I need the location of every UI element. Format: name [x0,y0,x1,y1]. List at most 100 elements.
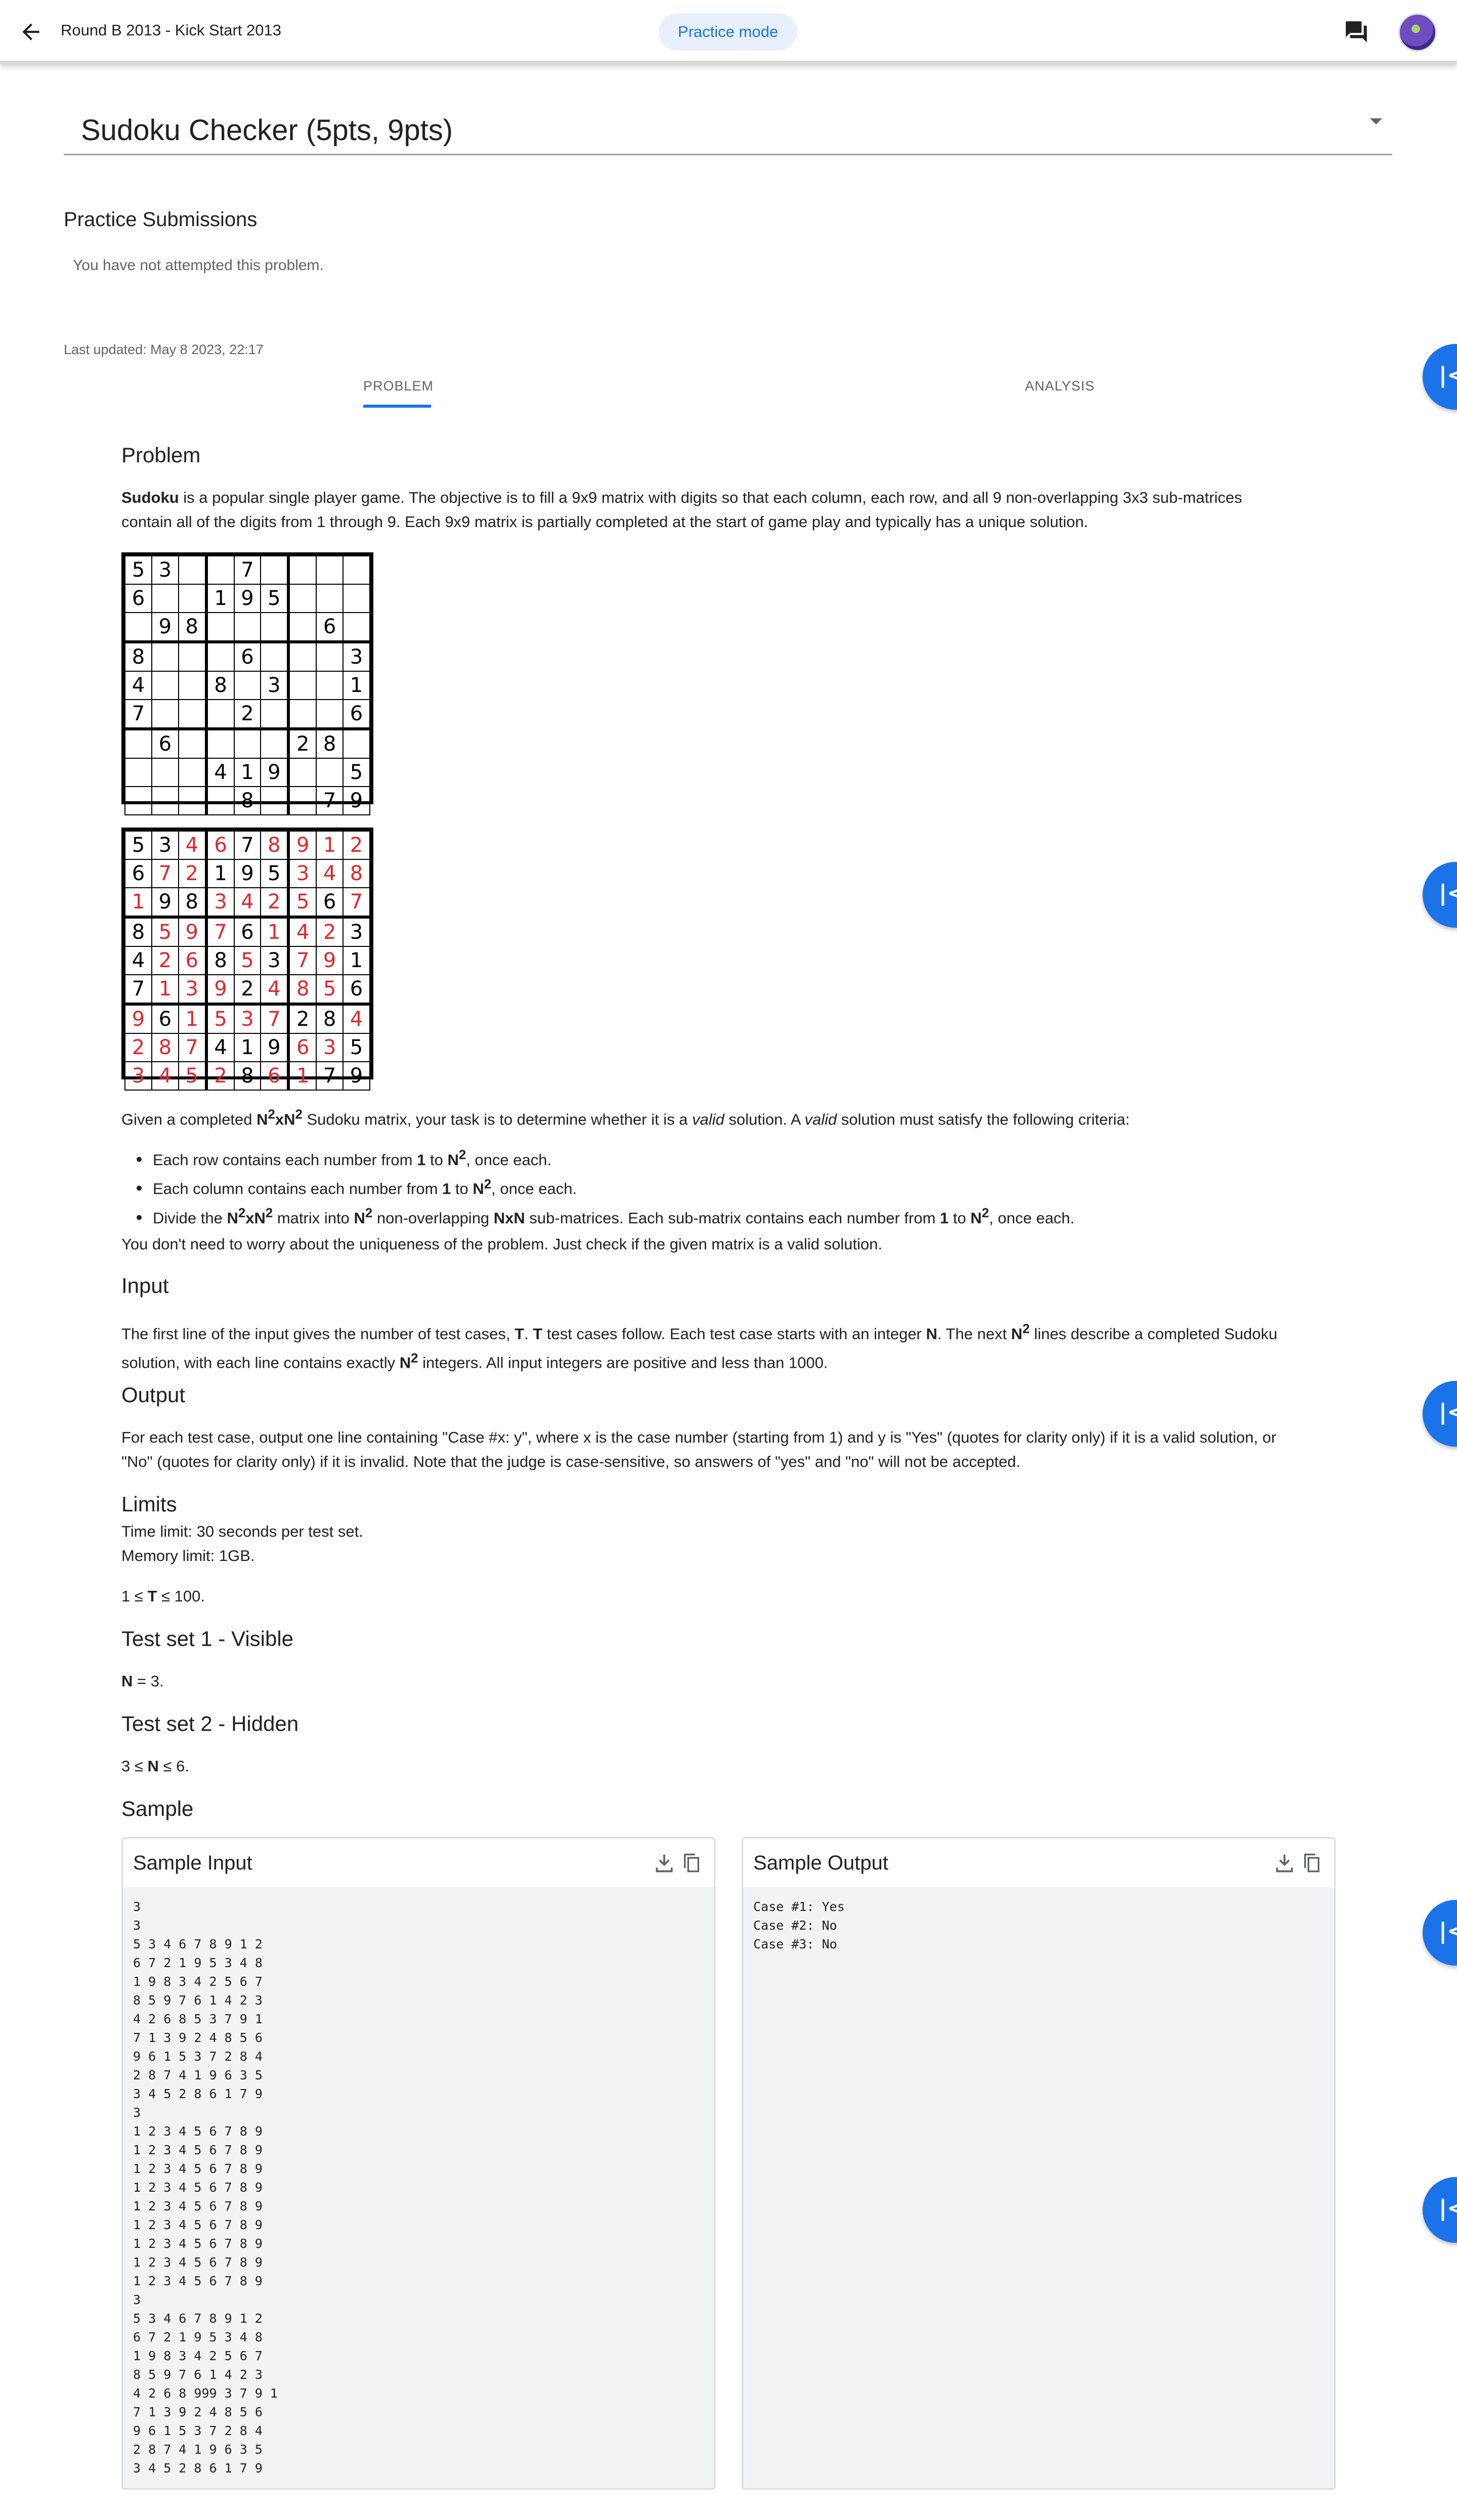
sudoku-cell: 6 [316,612,344,643]
list-item: Each row contains each number from 1 to … [137,1143,1075,1172]
test-set-2-constraint: 3 ≤ N ≤ 6. [121,1757,189,1775]
chat-icon[interactable] [1344,19,1369,45]
sudoku-cell: 7 [151,859,179,888]
sudoku-cell: 1 [205,859,235,888]
sudoku-cell: 9 [288,831,317,860]
sudoku-cell [178,584,208,613]
sudoku-cell: 1 [288,1061,317,1091]
active-tab-indicator [363,405,431,408]
sudoku-cell [151,786,179,815]
sudoku-cell [205,612,235,643]
sudoku-cell: 2 [205,1061,235,1091]
sudoku-cell [288,612,317,643]
output-paragraph: For each test case, output one line cont… [121,1428,1276,1470]
sudoku-cell: 2 [151,946,179,975]
sudoku-cell: 5 [124,831,152,860]
sudoku-cell [288,641,317,672]
sudoku-cell: 9 [205,974,235,1006]
back-arrow-icon[interactable] [18,19,44,45]
practice-mode-chip[interactable]: Practice mode [659,13,797,51]
tab-problem[interactable]: PROBLEM [363,378,433,394]
sudoku-cell: 5 [342,758,370,787]
sudoku-cell: 9 [342,786,370,815]
sudoku-cell: 7 [233,555,262,585]
sudoku-cell: 7 [205,917,235,947]
sudoku-cell [233,671,262,700]
practice-submissions-heading: Practice Submissions [64,208,258,231]
sudoku-cell: 5 [233,946,262,975]
sample-input-header: Sample Input [123,1839,714,1889]
sudoku-cell: 9 [260,1033,290,1062]
avatar[interactable] [1398,13,1437,52]
limits-paragraph: Time limit: 30 seconds per test set. Mem… [121,1523,363,1565]
sudoku-cell: 8 [178,612,208,643]
download-icon[interactable] [1273,1852,1296,1874]
sudoku-cell: 9 [260,758,290,787]
sudoku-cell [151,699,179,730]
sudoku-cell: 8 [205,946,235,975]
dropdown-icon[interactable] [1370,118,1382,124]
sudoku-cell: 1 [316,831,344,860]
output-heading: Output [121,1383,186,1407]
collapse-panel-icon: |< [1439,1918,1457,1944]
sample-heading: Sample [121,1797,194,1820]
sudoku-cell: 6 [178,946,208,975]
sudoku-cell: 8 [205,671,235,700]
sudoku-cell [178,641,208,672]
problem-select[interactable]: Sudoku Checker (5pts, 9pts) [64,96,1392,155]
copy-icon[interactable] [681,1852,702,1874]
sudoku-cell: 3 [151,555,179,585]
sample-output-body: Case #1: Yes Case #2: No Case #3: No [743,1887,1334,2488]
breadcrumb[interactable]: Round B 2013 - Kick Start 2013 [61,21,281,39]
sudoku-cell [151,671,179,700]
collapse-panel-button[interactable]: |< [1423,1381,1457,1447]
sudoku-cell: 9 [151,887,179,919]
sudoku-cell: 5 [288,887,317,919]
sample-input-title: Sample Input [133,1852,252,1874]
sudoku-cell: 6 [124,859,152,888]
sudoku-cell [288,671,317,700]
last-updated-text: Last updated: May 8 2023, 22:17 [64,342,264,357]
sudoku-cell: 8 [124,917,152,947]
sudoku-cell [342,555,370,585]
sudoku-cell: 7 [342,887,370,919]
sample-output-text[interactable]: Case #1: Yes Case #2: No Case #3: No [753,1897,845,1953]
collapse-panel-icon: |< [1439,2195,1457,2221]
criteria-list: Each row contains each number from 1 to … [137,1143,1075,1230]
sudoku-cell [316,758,344,787]
collapse-panel-icon: |< [1439,880,1457,906]
sudoku-cell: 6 [124,584,152,613]
collapse-panel-button[interactable]: |< [1423,862,1457,928]
sudoku-cell: 7 [124,974,152,1006]
test-set-1-heading: Test set 1 - Visible [121,1627,294,1650]
sample-input-text[interactable]: 3 3 5 3 4 6 7 8 9 1 2 6 7 2 1 9 5 3 4 8 … [133,1897,278,2478]
copy-icon[interactable] [1302,1852,1322,1874]
sudoku-cell: 9 [178,917,208,947]
sudoku-cell: 6 [151,728,179,759]
sudoku-cell: 2 [124,1033,152,1062]
sudoku-cell: 7 [124,699,152,730]
sudoku-cell: 1 [260,917,290,947]
sudoku-cell: 7 [260,1004,290,1034]
sudoku-cell: 6 [205,831,235,860]
download-icon[interactable] [653,1852,675,1874]
sudoku-cell: 4 [233,887,262,919]
sudoku-cell: 6 [151,1004,179,1034]
list-item: Each column contains each number from 1 … [137,1172,1075,1201]
sudoku-cell: 4 [316,859,344,888]
sudoku-cell: 6 [233,641,262,672]
sudoku-cell: 1 [342,671,370,700]
sudoku-cell [124,728,152,759]
sudoku-cell: 8 [316,1004,344,1034]
sudoku-cell [233,728,262,759]
collapse-panel-button[interactable]: |< [1423,1900,1457,1966]
sudoku-cell: 1 [233,758,262,787]
input-heading: Input [121,1274,169,1297]
sudoku-cell: 2 [260,887,290,919]
sudoku-cell [260,699,290,730]
top-app-bar: Round B 2013 - Kick Start 2013 Practice … [0,0,1457,64]
sudoku-cell [260,786,290,815]
sudoku-cell: 6 [342,699,370,730]
tab-analysis[interactable]: ANALYSIS [1022,378,1098,394]
collapse-panel-button[interactable]: |< [1423,2177,1457,2243]
